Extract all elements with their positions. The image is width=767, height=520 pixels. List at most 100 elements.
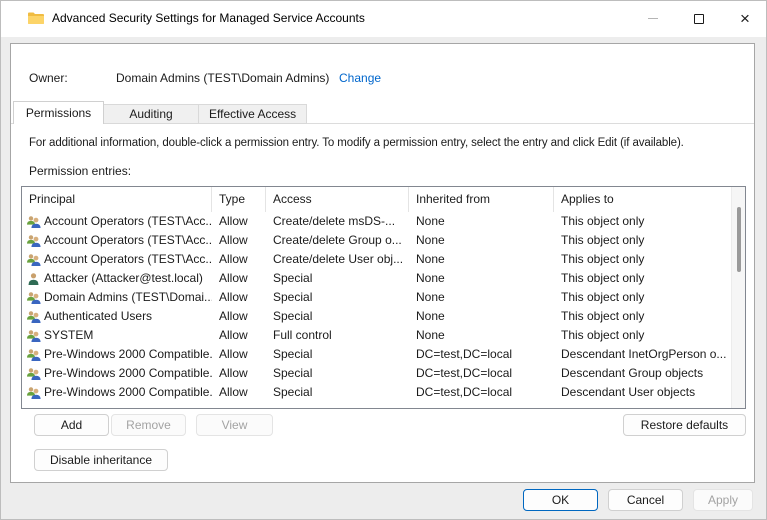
principal-text: Domain Admins (TEST\Domai... <box>44 290 212 304</box>
applies-to-cell: This object only <box>561 233 645 247</box>
principal-cell: Pre-Windows 2000 Compatible... <box>22 345 212 364</box>
principal-text: SYSTEM <box>44 328 94 342</box>
access-cell: Special <box>273 347 313 361</box>
principal-text: Account Operators (TEST\Acc... <box>44 252 212 266</box>
permission-entries-table: Principal Type Access Inherited from Applies… <box>21 186 746 409</box>
principal-text: Account Operators (TEST\Acc... <box>44 214 212 228</box>
inherited-from-cell: None <box>416 271 445 285</box>
inherited-from-cell: None <box>416 290 445 304</box>
group-icon <box>26 234 41 248</box>
owner-change-link[interactable]: Change <box>339 71 381 85</box>
access-cell: Full control <box>273 328 332 342</box>
access-cell: Create/delete User obj... <box>273 252 404 266</box>
principal-cell: Pre-Windows 2000 Compatible... <box>22 364 212 383</box>
principal-cell: Domain Admins (TEST\Domai... <box>22 288 212 307</box>
title-bar: Advanced Security Settings for Managed S… <box>0 0 767 37</box>
window-title: Advanced Security Settings for Managed S… <box>52 11 365 25</box>
group-icon <box>26 253 41 267</box>
column-header-principal[interactable]: Principal <box>22 187 212 212</box>
group-icon <box>26 367 41 381</box>
inherited-from-cell: None <box>416 309 445 323</box>
instructions-text: For additional information, double-click… <box>29 137 684 149</box>
inherited-from-cell: None <box>416 214 445 228</box>
inherited-from-cell: DC=test,DC=local <box>416 366 513 380</box>
access-cell: Special <box>273 366 313 380</box>
tab-effective-access[interactable]: Effective Access <box>198 104 308 124</box>
type-cell: Allow <box>219 328 248 342</box>
group-icon <box>26 291 41 305</box>
principal-text: Account Operators (TEST\Acc... <box>44 233 212 247</box>
apply-button: Apply <box>693 489 753 511</box>
principal-cell: Account Operators (TEST\Acc... <box>22 231 212 250</box>
table-row[interactable]: Account Operators (TEST\Acc... Allow Creat… <box>22 212 731 231</box>
access-cell: Special <box>273 385 313 399</box>
table-scrollbar[interactable] <box>731 187 745 408</box>
principal-text: Pre-Windows 2000 Compatible... <box>44 347 212 361</box>
tab-permissions[interactable]: Permissions <box>13 101 104 124</box>
column-header-type[interactable]: Type <box>212 187 266 212</box>
folder-icon <box>27 11 45 25</box>
inherited-from-cell: None <box>416 328 445 342</box>
permission-entries-label: Permission entries: <box>29 164 132 178</box>
table-row[interactable]: Account Operators (TEST\Acc... Allow Creat… <box>22 231 731 250</box>
type-cell: Allow <box>219 233 248 247</box>
table-row[interactable]: Domain Admins (TEST\Domai... Allow Special… <box>22 288 731 307</box>
group-icon <box>26 329 41 343</box>
principal-cell: Authenticated Users <box>22 307 212 326</box>
disable-inheritance-button[interactable]: Disable inheritance <box>34 449 168 471</box>
principal-text: Attacker (Attacker@test.local) <box>44 271 203 285</box>
minimize-button[interactable] <box>636 0 670 37</box>
applies-to-cell: Descendant InetOrgPerson o... <box>561 347 727 361</box>
add-button[interactable]: Add <box>34 414 109 436</box>
inherited-from-cell: DC=test,DC=local <box>416 385 513 399</box>
tab-auditing[interactable]: Auditing <box>103 104 199 124</box>
principal-text: Pre-Windows 2000 Compatible... <box>44 366 212 380</box>
close-button[interactable]: × <box>728 0 762 37</box>
inherited-from-cell: None <box>416 233 445 247</box>
table-row[interactable]: Pre-Windows 2000 Compatible... Allow Speci… <box>22 383 731 402</box>
type-cell: Allow <box>219 252 248 266</box>
tab-bar: Permissions Auditing Effective Access <box>13 101 308 124</box>
table-row[interactable]: SYSTEM Allow Full control None This object o… <box>22 326 731 345</box>
table-row[interactable]: Attacker (Attacker@test.local) Allow Speci… <box>22 269 731 288</box>
ok-button[interactable]: OK <box>523 489 598 511</box>
table-row[interactable]: Pre-Windows 2000 Compatible... Allow Speci… <box>22 364 731 383</box>
footer-bar: OK Cancel Apply <box>0 483 767 520</box>
applies-to-cell: Descendant Group objects <box>561 366 704 380</box>
user-icon <box>26 272 41 286</box>
column-header-access[interactable]: Access <box>266 187 409 212</box>
scrollbar-thumb[interactable] <box>737 207 741 272</box>
applies-to-cell: This object only <box>561 271 645 285</box>
applies-to-cell: This object only <box>561 328 645 342</box>
principal-cell: Attacker (Attacker@test.local) <box>22 269 212 288</box>
access-cell: Create/delete Group o... <box>273 233 402 247</box>
applies-to-cell: This object only <box>561 290 645 304</box>
maximize-icon <box>694 13 704 24</box>
column-header-inherited-from[interactable]: Inherited from <box>409 187 554 212</box>
remove-button: Remove <box>111 414 186 436</box>
close-icon: × <box>740 9 750 28</box>
table-row[interactable]: Account Operators (TEST\Acc... Allow Creat… <box>22 250 731 269</box>
cancel-button[interactable]: Cancel <box>608 489 683 511</box>
table-row[interactable]: Authenticated Users Allow Special None This … <box>22 307 731 326</box>
table-row[interactable]: Pre-Windows 2000 Compatible... Allow Speci… <box>22 345 731 364</box>
access-cell: Special <box>273 309 313 323</box>
restore-defaults-button[interactable]: Restore defaults <box>623 414 746 436</box>
table-body: Account Operators (TEST\Acc... Allow Creat… <box>22 212 731 402</box>
access-cell: Special <box>273 290 313 304</box>
principal-text: Pre-Windows 2000 Compatible... <box>44 385 212 399</box>
access-cell: Create/delete msDS-... <box>273 214 396 228</box>
column-header-applies-to[interactable]: Applies to <box>554 187 731 212</box>
minimize-icon <box>648 18 658 19</box>
owner-value: Domain Admins (TEST\Domain Admins) <box>116 71 330 85</box>
owner-label: Owner: <box>29 71 68 85</box>
principal-cell: SYSTEM <box>22 326 212 345</box>
group-icon <box>26 215 41 229</box>
group-icon <box>26 348 41 362</box>
maximize-button[interactable] <box>682 0 716 37</box>
access-cell: Special <box>273 271 313 285</box>
view-button: View <box>196 414 273 436</box>
table-header: Principal Type Access Inherited from Applies… <box>22 187 731 212</box>
principal-cell: Account Operators (TEST\Acc... <box>22 212 212 231</box>
applies-to-cell: This object only <box>561 214 645 228</box>
